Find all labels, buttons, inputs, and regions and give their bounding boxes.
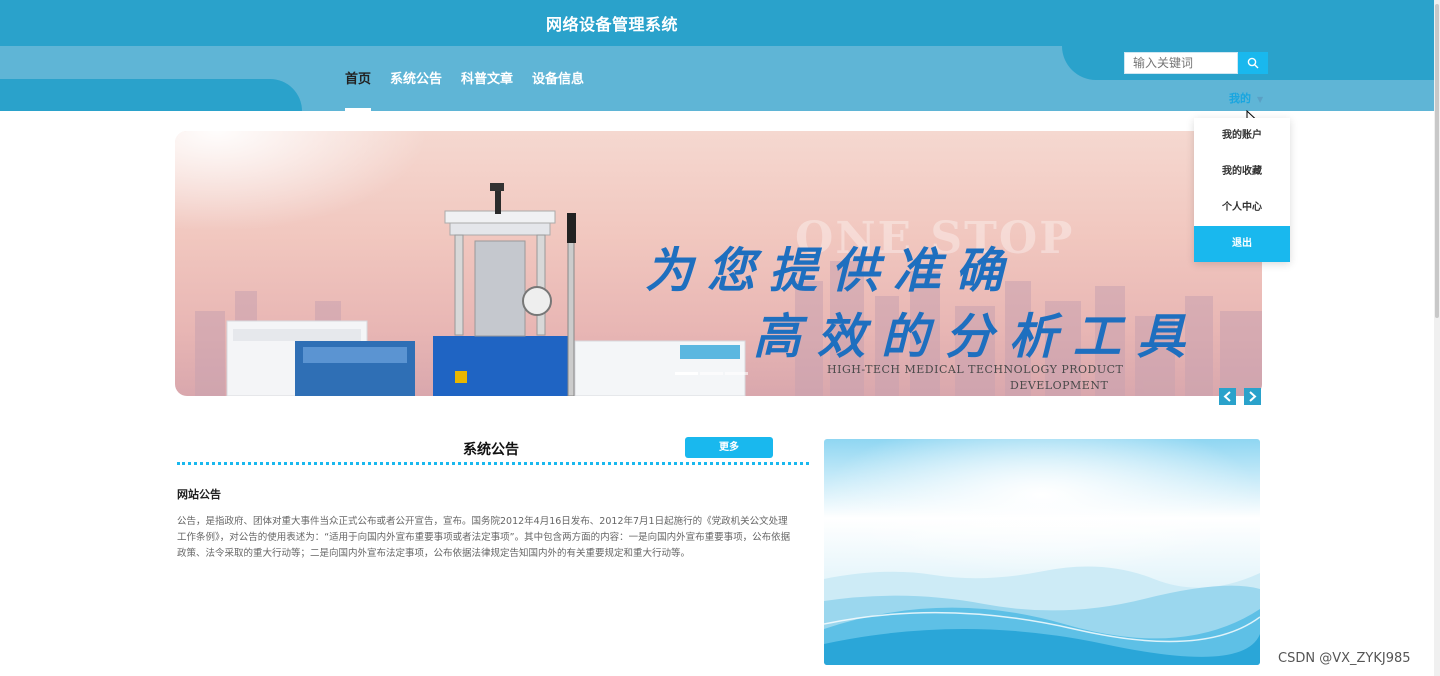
hero-banner[interactable]: ONE STOP 为您提供准确 高效的分析工具 HIGH-TECH MEDICA…: [175, 131, 1262, 396]
carousel-dot[interactable]: [700, 372, 723, 375]
wave-illustration: [824, 439, 1260, 665]
page-scrollbar-thumb[interactable]: [1435, 4, 1439, 318]
main-nav: 首页 系统公告 科普文章 设备信息: [345, 72, 584, 111]
site-title: 网络设备管理系统: [546, 15, 679, 34]
notice-more-button[interactable]: 更多: [685, 437, 773, 458]
page-root: 网络设备管理系统 首页 系统公告 科普文章 设备信息 我的 ▼ 我的账户 我的收藏…: [0, 0, 1440, 676]
chevron-down-icon: ▼: [1257, 95, 1264, 104]
carousel-pagination: [675, 372, 748, 375]
dropdown-my-favorites[interactable]: 我的收藏: [1194, 154, 1290, 190]
section-divider: [177, 462, 809, 465]
user-dropdown-menu: 我的账户 我的收藏 个人中心 退出: [1194, 118, 1290, 262]
dropdown-my-account[interactable]: 我的账户: [1194, 118, 1290, 154]
banner-headline-line2: 高效的分析工具: [753, 309, 1202, 365]
chevron-left-icon: [1223, 391, 1231, 402]
notice-side-image: [824, 439, 1260, 665]
nav-device-info[interactable]: 设备信息: [532, 72, 584, 111]
user-menu-label: 我的: [1229, 92, 1251, 105]
csdn-watermark: CSDN @VX_ZYKJ985: [1278, 651, 1411, 666]
header-left-tab-shape: [0, 79, 302, 111]
search-icon: [1247, 57, 1259, 69]
carousel-next-button[interactable]: [1244, 388, 1261, 405]
search-button[interactable]: [1238, 52, 1268, 74]
notice-article-body: 公告，是指政府、团体对重大事件当众正式公布或者公开宣告，宣布。国务院2012年4…: [177, 516, 791, 559]
banner-english-line2: DEVELOPMENT: [1010, 379, 1109, 392]
banner-english-line1: HIGH-TECH MEDICAL TECHNOLOGY PRODUCT: [827, 363, 1124, 376]
dropdown-logout[interactable]: 退出: [1194, 226, 1290, 262]
nav-system-notice[interactable]: 系统公告: [390, 72, 442, 111]
carousel-dot[interactable]: [725, 372, 748, 375]
carousel-prev-button[interactable]: [1219, 388, 1236, 405]
carousel-dot[interactable]: [675, 372, 698, 375]
nav-science-articles[interactable]: 科普文章: [461, 72, 513, 111]
header-top-bar: [0, 0, 1440, 46]
notice-section-title: 系统公告: [463, 442, 519, 458]
user-menu-toggle[interactable]: 我的 ▼: [1229, 90, 1263, 106]
dropdown-personal-center[interactable]: 个人中心: [1194, 190, 1290, 226]
chevron-right-icon: [1249, 391, 1257, 402]
notice-article-title[interactable]: 网站公告: [177, 486, 221, 502]
search-input[interactable]: [1124, 52, 1238, 74]
nav-home[interactable]: 首页: [345, 72, 372, 111]
banner-headline-line1: 为您提供准确: [645, 243, 1018, 299]
